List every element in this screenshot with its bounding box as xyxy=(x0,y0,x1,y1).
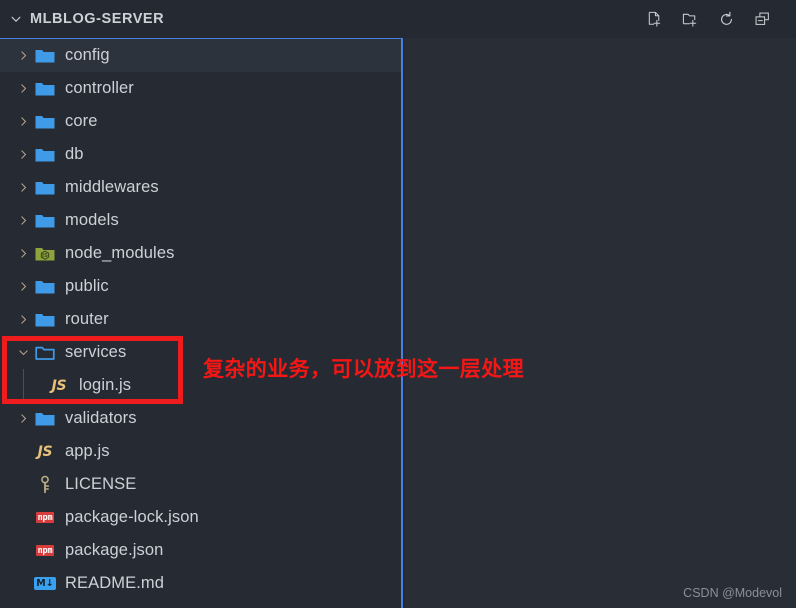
tree-folder-validators[interactable]: validators xyxy=(0,402,401,435)
markdown-file-icon: M↓ xyxy=(34,577,56,590)
tree-folder-core[interactable]: core xyxy=(0,105,401,138)
node-modules-icon: JS xyxy=(34,243,56,265)
tree-folder-router[interactable]: router xyxy=(0,303,401,336)
chevron-right-icon[interactable] xyxy=(14,47,32,65)
js-file-icon: JS xyxy=(51,377,67,394)
explorer-header: MLBLOG-SERVER xyxy=(0,0,796,38)
chevron-right-icon[interactable] xyxy=(14,311,32,329)
tree-item-label: db xyxy=(65,145,84,163)
npm-file-icon: npm xyxy=(35,545,55,556)
watermark: CSDN @Modevol xyxy=(683,586,782,600)
tree-item-label: node_modules xyxy=(65,244,175,262)
collapse-all-icon[interactable] xyxy=(752,9,772,29)
tree-folder-db[interactable]: db xyxy=(0,138,401,171)
folder-icon xyxy=(34,111,56,133)
tree-item-label: config xyxy=(65,46,110,64)
indent-guide xyxy=(23,369,24,402)
folder-open-icon xyxy=(34,342,56,364)
tree-item-label: validators xyxy=(65,409,137,427)
folder-icon xyxy=(34,144,56,166)
explorer-toolbar xyxy=(644,9,786,29)
tree-file-package-json[interactable]: npm package.json xyxy=(0,534,401,567)
chevron-down-icon[interactable] xyxy=(14,344,32,362)
chevron-right-icon[interactable] xyxy=(14,146,32,164)
tree-item-label: controller xyxy=(65,79,134,97)
folder-icon xyxy=(34,276,56,298)
tree-item-label: router xyxy=(65,310,109,328)
tree-file-package-lock-json[interactable]: npm package-lock.json xyxy=(0,501,401,534)
chevron-right-icon[interactable] xyxy=(14,179,32,197)
refresh-icon[interactable] xyxy=(716,9,736,29)
folder-icon xyxy=(34,45,56,67)
chevron-right-icon[interactable] xyxy=(14,278,32,296)
chevron-right-icon[interactable] xyxy=(14,113,32,131)
folder-icon xyxy=(34,78,56,100)
tree-folder-node-modules[interactable]: JS node_modules xyxy=(0,237,401,270)
tree-folder-controller[interactable]: controller xyxy=(0,72,401,105)
chevron-right-icon[interactable] xyxy=(14,245,32,263)
tree-folder-models[interactable]: models xyxy=(0,204,401,237)
folder-icon xyxy=(34,408,56,430)
chevron-right-icon[interactable] xyxy=(14,410,32,428)
js-file-icon: JS xyxy=(37,443,53,460)
tree-item-label: README.md xyxy=(65,574,164,592)
chevron-right-icon[interactable] xyxy=(14,80,32,98)
tree-file-app-js[interactable]: JS app.js xyxy=(0,435,401,468)
tree-item-label: middlewares xyxy=(65,178,159,196)
tree-item-label: core xyxy=(65,112,98,130)
tree-item-label: services xyxy=(65,343,127,361)
chevron-down-icon[interactable] xyxy=(6,9,26,29)
tree-folder-services[interactable]: services xyxy=(0,336,401,369)
tree-folder-config[interactable]: config xyxy=(0,39,401,72)
tree-item-label: app.js xyxy=(65,442,110,460)
key-icon xyxy=(34,474,56,496)
tree-item-label: models xyxy=(65,211,119,229)
svg-text:JS: JS xyxy=(41,252,48,258)
editor-empty-area xyxy=(405,38,796,608)
tree-item-label: LICENSE xyxy=(65,475,137,493)
file-tree[interactable]: config controller core db middlewares models J… xyxy=(0,38,403,608)
chevron-right-icon[interactable] xyxy=(14,212,32,230)
npm-file-icon: npm xyxy=(35,512,55,523)
tree-item-label: public xyxy=(65,277,109,295)
tree-folder-middlewares[interactable]: middlewares xyxy=(0,171,401,204)
tree-file-readme-md[interactable]: M↓ README.md xyxy=(0,567,401,600)
page-title: MLBLOG-SERVER xyxy=(30,11,165,27)
folder-icon xyxy=(34,309,56,331)
tree-folder-public[interactable]: public xyxy=(0,270,401,303)
tree-file-license[interactable]: LICENSE xyxy=(0,468,401,501)
tree-item-label: package-lock.json xyxy=(65,508,199,526)
tree-file-login-js[interactable]: JS login.js xyxy=(0,369,401,402)
tree-item-label: login.js xyxy=(79,376,132,394)
vscode-explorer-screenshot: MLBLOG-SERVER config controller core db … xyxy=(0,0,796,608)
folder-icon xyxy=(34,210,56,232)
folder-icon xyxy=(34,177,56,199)
new-folder-icon[interactable] xyxy=(680,9,700,29)
new-file-icon[interactable] xyxy=(644,9,664,29)
tree-item-label: package.json xyxy=(65,541,164,559)
